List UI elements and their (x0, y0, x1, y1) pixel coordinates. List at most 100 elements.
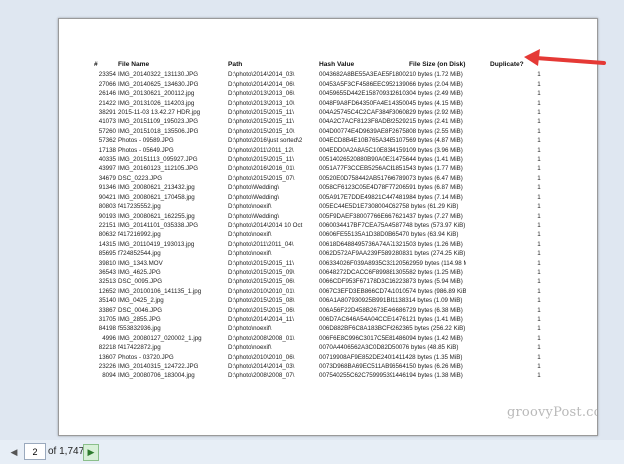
row-hash: 006A56F22D458B2673E4C3E (319, 306, 392, 314)
row-num: 4996 (102, 334, 116, 342)
row-file-name: IMG_4625.JPG (118, 268, 161, 276)
table-row: 43997 IMG_20160123_112105.JPG D:\photo\201… (94, 164, 554, 173)
table-row: 90193 IMG_20080621_162255.jpg D:\photo\Wed… (94, 212, 554, 221)
page-count-label: of 1,747 (48, 446, 85, 457)
row-file-name: Photos - 05649.JPG (118, 146, 174, 154)
row-path: D:\photo\2014\2014_03\ (228, 71, 295, 79)
row-hash: 00648272DCACC6F899883E (319, 268, 392, 276)
row-num: 13607 (98, 353, 116, 361)
row-path: D:\photo\2015\2015_11\ (228, 156, 294, 164)
row-path: D:\photo\2008\2008_01\ (228, 334, 295, 342)
table-row: 23226 IMG_20140315_124722.JPG D:\photo\201… (94, 362, 554, 371)
row-duplicate: 1 (537, 184, 541, 192)
row-duplicate: 1 (537, 118, 541, 126)
row-size: 1321503 bytes (1.26 MiB) (392, 240, 463, 248)
row-hash: 00719908AF9E852DE240E1 (319, 353, 392, 361)
row-size: 1010574 bytes (986.89 KiB) (392, 287, 466, 295)
table-row: 21422 IMG_20131026_114203.jpg D:\photo\201… (94, 99, 554, 108)
row-hash: 0066CDF953F67178D3C17C (319, 278, 392, 286)
row-num: 91346 (98, 184, 116, 192)
row-file-name: IMG_20080621_170458.jpg (118, 193, 195, 201)
row-path: D:\photo\2014\2014_11\ (228, 315, 294, 323)
row-num: 80803 (98, 203, 116, 211)
row-size: 7621437 bytes (7.27 MiB) (392, 212, 463, 220)
table-body: 23354 IMG_20140322_131130.JPG D:\photo\201… (94, 70, 554, 380)
row-num: 12652 (98, 287, 116, 295)
row-num: 21422 (98, 99, 116, 107)
document-page: # File Name Path Hash Value File Size (o… (58, 18, 598, 436)
row-file-name: f417422872.jpg (118, 344, 161, 352)
table-row: 38291 2015-11-03 13.42.27 HDR.jpg D:\photo… (94, 108, 554, 117)
table-row: 82218 f417422872.jpg D:\photo\noexif\ 0070A… (94, 343, 554, 352)
row-duplicate: 1 (537, 325, 541, 333)
row-hash: 0051A77F3CCEB5256ACEBC (319, 165, 392, 173)
row-file-name: DSC_0095.JPG (118, 278, 163, 286)
row-size: 280831 bytes (274.25 KiB) (392, 250, 466, 258)
row-duplicate: 1 (537, 99, 541, 107)
row-size: 2139066 bytes (2.04 MiB) (392, 80, 463, 88)
row-file-name: IMG_20110419_193013.jpg (118, 240, 195, 248)
row-duplicate: 1 (537, 334, 541, 342)
row-path: D:\photo\2013\2013_06\ (228, 90, 295, 98)
row-num: 33867 (98, 306, 116, 314)
row-size: 65470 bytes (63.94 KiB) (392, 231, 459, 239)
row-file-name: IMG_20151018_135506.JPG (118, 127, 199, 135)
row-num: 38291 (98, 109, 116, 117)
next-page-icon[interactable]: ▶ (83, 444, 99, 461)
header-num: # (94, 61, 98, 68)
row-hash: 00606FE55135A1D38D0B8A (319, 231, 392, 239)
table-row: 91346 IMG_20080621_213432.jpg D:\photo\Wed… (94, 183, 554, 192)
row-path: D:\photo\2016\2016_01\ (228, 165, 295, 173)
row-file-name: 2015-11-03 13.42.27 HDR.jpg (118, 109, 201, 117)
row-duplicate: 1 (537, 297, 541, 305)
row-num: 90193 (98, 212, 116, 220)
row-hash: 004A25745C4C2CAF384FA3D (319, 109, 392, 117)
table-row: 26146 IMG_20130621_200112.jpg D:\photo\201… (94, 89, 554, 98)
row-hash: 004ECD8B4E10B765A34EAA7 (319, 137, 392, 145)
row-size: 1851543 bytes (1.77 MiB) (392, 165, 463, 173)
row-hash: 00520E0D758442AB5176C96 (319, 174, 392, 182)
table-row: 39810 IMG_1343.MOV D:\photo\2015\2015_11\ 0… (94, 259, 554, 268)
table-row: 36543 IMG_4625.JPG D:\photo\2015\2015_09\ 0… (94, 268, 554, 277)
row-path: D:\photo\Wedding\ (228, 212, 280, 220)
row-path: D:\photo\2014\2014 10 Oct (228, 221, 303, 229)
previous-page-icon[interactable]: ◀ (8, 445, 20, 459)
table-row: 13607 Photos - 03720.JPG D:\photo\2010\201… (94, 353, 554, 362)
row-duplicate: 1 (537, 212, 541, 220)
table-row: 17138 Photos - 05649.JPG D:\photo\2011\201… (94, 146, 554, 155)
row-hash: 005A917E7DDE49821C445F3 (319, 193, 392, 201)
row-num: 32513 (98, 278, 116, 286)
row-size: 2675808 bytes (2.55 MiB) (392, 127, 463, 135)
page-number-input[interactable] (24, 443, 46, 460)
row-size: 1305582 bytes (1.25 MiB) (392, 268, 463, 276)
row-duplicate: 1 (537, 259, 541, 267)
row-size: 5107569 bytes (4.87 MiB) (392, 137, 463, 145)
row-hash: 0062D572AF9AA239F589CC (319, 250, 392, 258)
row-duplicate: 1 (537, 353, 541, 361)
row-num: 57260 (98, 127, 116, 135)
row-path: D:\photo\2015\2015_07\ (228, 174, 295, 182)
row-num: 22151 (98, 221, 116, 229)
table-row: 80803 f417235552.jpg D:\photo\noexif\ 005EC… (94, 202, 554, 211)
table-row: 31705 IMG_2855.JPG D:\photo\2014\2014_11\ 0… (94, 315, 554, 324)
row-duplicate: 1 (537, 80, 541, 88)
row-duplicate: 1 (537, 156, 541, 164)
table-row: 27066 IMG_20140625_134630.JPG D:\photo\201… (94, 80, 554, 89)
arrow-annotation-icon (524, 49, 606, 66)
table-row: 14315 IMG_20110419_193013.jpg D:\photo\201… (94, 240, 554, 249)
row-num: 23354 (98, 71, 116, 79)
row-num: 34679 (98, 174, 116, 182)
row-hash: 00514026520880B90A0E31E (319, 156, 392, 164)
row-path: D:\photo\2014\2014_06\ (228, 80, 295, 88)
table-row: 90421 IMG_20080621_170458.jpg D:\photo\Wed… (94, 193, 554, 202)
table-row: 57260 IMG_20151018_135506.JPG D:\photo\201… (94, 127, 554, 136)
duplicate-files-table: # File Name Path Hash Value File Size (o… (94, 61, 554, 381)
table-row: 32513 DSC_0095.JPG D:\photo\2015\2015_06\ 0… (94, 277, 554, 286)
row-size: 1486094 bytes (1.42 MiB) (392, 334, 463, 342)
row-file-name: IMG_20100106_141135_1.jpg (118, 287, 202, 295)
row-num: 84198 (98, 325, 116, 333)
row-duplicate: 1 (537, 315, 541, 323)
row-size: 62758 bytes (61.29 KiB) (392, 203, 459, 211)
row-num: 8094 (102, 372, 116, 380)
row-duplicate: 1 (537, 287, 541, 295)
